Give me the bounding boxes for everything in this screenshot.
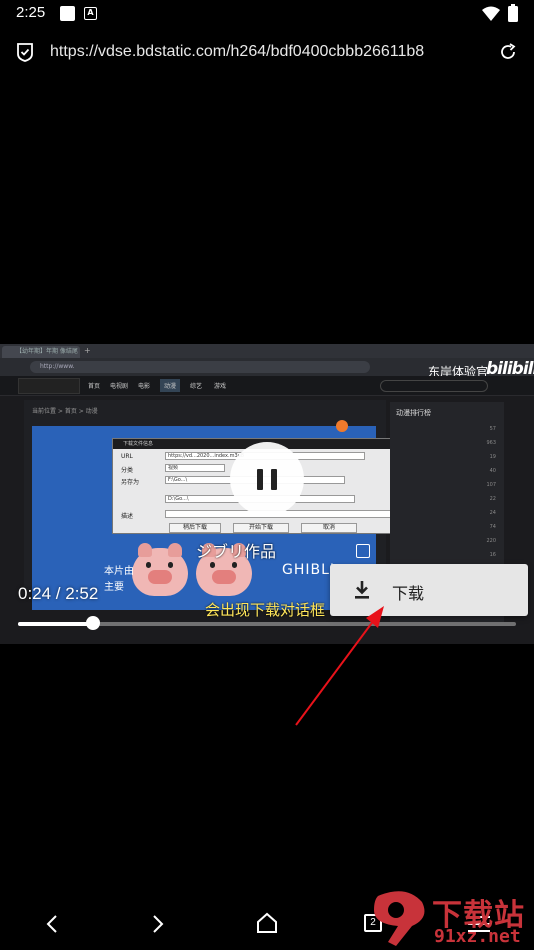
wifi-icon <box>482 6 500 21</box>
video-dialog-label: URL <box>121 453 133 460</box>
seek-bar-progress <box>18 622 93 626</box>
video-side-row: 963 <box>486 440 496 446</box>
status-bar: 2:25 A <box>0 0 534 28</box>
download-icon <box>355 581 369 599</box>
video-tabstrip: 【幼年期】年期 像结尾 + <box>0 344 534 358</box>
forward-icon[interactable] <box>150 914 166 934</box>
video-nav-search <box>380 380 488 392</box>
watermark-logo <box>374 891 425 946</box>
video-tab: 【幼年期】年期 像结尾 <box>2 346 80 358</box>
pause-button[interactable] <box>230 442 304 516</box>
video-side-row: 220 <box>486 538 496 544</box>
video-nav-item: 电视剧 <box>110 383 129 390</box>
video-breadcrumb: 当前位置 > 首页 > 动漫 <box>32 408 98 415</box>
video-subtitle-left: 主要 <box>104 582 124 593</box>
video-side-row: 57 <box>489 426 496 432</box>
video-dialog-label: 描述 <box>121 513 134 520</box>
video-site-nav: 首页 电视剧 电影 动漫 综艺 游戏 <box>0 376 534 396</box>
shield-check-icon[interactable] <box>16 42 34 62</box>
video-nav-item: 电影 <box>138 383 151 390</box>
reload-icon[interactable] <box>498 42 518 62</box>
video-nav-item: 综艺 <box>190 383 203 390</box>
video-side-row: 22 <box>489 496 496 502</box>
video-nav-item: 游戏 <box>214 383 227 390</box>
video-side-row: 74 <box>489 524 496 530</box>
video-address-field: http://www. <box>30 361 370 373</box>
video-side-row: 40 <box>489 468 496 474</box>
home-icon[interactable] <box>256 912 278 934</box>
video-nav-item: 首页 <box>88 383 101 390</box>
notification-square-icon <box>60 6 75 21</box>
url-text[interactable]: https://vdse.bdstatic.com/h264/bdf0400cb… <box>50 43 486 65</box>
pause-icon <box>257 469 263 490</box>
video-orange-dot <box>336 420 348 432</box>
video-dialog-button: 取消 <box>301 523 357 533</box>
download-menu-item[interactable]: 下载 <box>392 580 424 604</box>
playback-time: 0:24 / 2:52 <box>18 584 99 603</box>
video-nav-item: 动漫 <box>160 379 181 392</box>
pig-illustration <box>132 543 188 596</box>
video-subtitle-left: 本片由 <box>104 566 134 577</box>
watermark-domain: 91xz.net <box>434 926 521 947</box>
back-icon[interactable] <box>44 914 60 934</box>
video-tab-add-icon: + <box>84 346 91 355</box>
video-side-row: 16 <box>489 552 496 558</box>
video-side-title: 动漫排行榜 <box>396 409 431 417</box>
download-menu: 下载 <box>330 564 528 616</box>
status-time: 2:25 <box>16 4 46 21</box>
url-bar[interactable]: https://vdse.bdstatic.com/h264/bdf0400cb… <box>0 32 534 74</box>
video-dialog-field: 视频 <box>165 464 225 472</box>
pause-icon <box>271 469 277 490</box>
notification-a-icon: A <box>84 7 97 20</box>
video-jp-title: ジブリ作品 <box>196 542 277 561</box>
video-caption: 会出现下载对话框 <box>205 601 326 619</box>
video-side-row: 19 <box>489 454 496 460</box>
video-dialog-button: 开始下载 <box>233 523 289 533</box>
video-side-row: 107 <box>486 482 496 488</box>
video-dialog-button: 稍后下载 <box>169 523 221 533</box>
video-dialog-label: 另存为 <box>121 479 140 486</box>
seek-thumb[interactable] <box>85 616 100 630</box>
video-address-bar: http://www. 东岸体验官 bilibili <box>0 358 534 379</box>
pip-icon[interactable] <box>356 544 370 558</box>
battery-icon <box>508 4 518 22</box>
video-site-logo <box>18 378 80 394</box>
video-ghibli-text: GHIBLI <box>282 562 336 578</box>
video-side-row: 24 <box>489 510 496 516</box>
video-dialog-label: 分类 <box>121 467 134 474</box>
